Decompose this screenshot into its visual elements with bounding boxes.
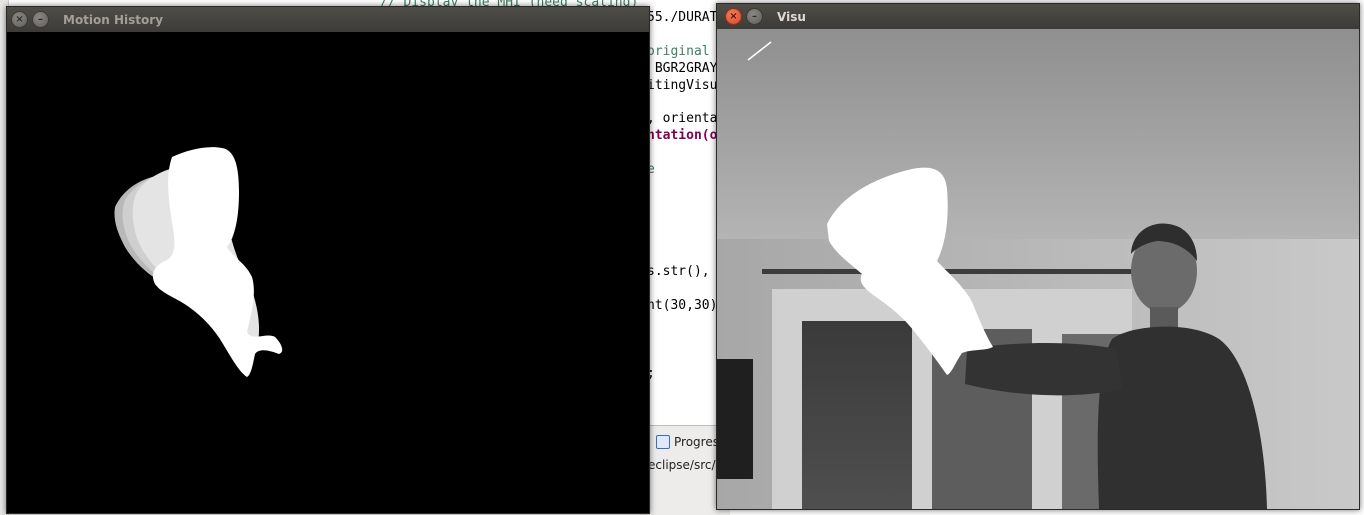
visu-window[interactable]: × – Visu xyxy=(716,3,1360,510)
minimize-icon: – xyxy=(752,10,757,22)
code-line: itingVisu xyxy=(647,78,718,93)
close-icon: × xyxy=(15,13,24,25)
minimize-button[interactable]: – xyxy=(746,8,763,25)
window-title: Motion History xyxy=(63,12,164,27)
desktop: // Display the MHI (need scaling) 55./DU… xyxy=(0,0,1364,515)
code-line: nt(30,30) xyxy=(647,298,718,313)
progress-tab-label: Progres xyxy=(674,435,719,449)
window-title: Visu xyxy=(777,9,806,24)
close-button[interactable]: × xyxy=(725,8,742,25)
file-path: eclipse/src/r xyxy=(648,458,721,472)
code-line: , orienta xyxy=(647,111,718,126)
code-line: original xyxy=(647,44,710,59)
titlebar[interactable]: × – Motion History xyxy=(7,7,649,32)
code-line: 55./DURAT xyxy=(647,10,718,25)
motion-history-image xyxy=(7,32,649,513)
progress-icon xyxy=(656,435,670,449)
code-line: s.str(), xyxy=(647,264,710,279)
camera-image xyxy=(717,29,1359,509)
titlebar[interactable]: × – Visu xyxy=(717,4,1359,29)
close-icon: × xyxy=(729,10,738,22)
minimize-button[interactable]: – xyxy=(32,11,49,28)
camera-scene xyxy=(717,29,1359,509)
motion-history-window[interactable]: × – Motion History xyxy=(6,6,650,514)
code-line: BGR2GRAY xyxy=(647,61,718,76)
motion-silhouette xyxy=(114,147,283,377)
minimize-icon: – xyxy=(38,13,43,25)
close-button[interactable]: × xyxy=(11,11,28,28)
code-line: ntation(o xyxy=(647,128,718,143)
progress-tab[interactable]: Progres xyxy=(656,432,719,452)
